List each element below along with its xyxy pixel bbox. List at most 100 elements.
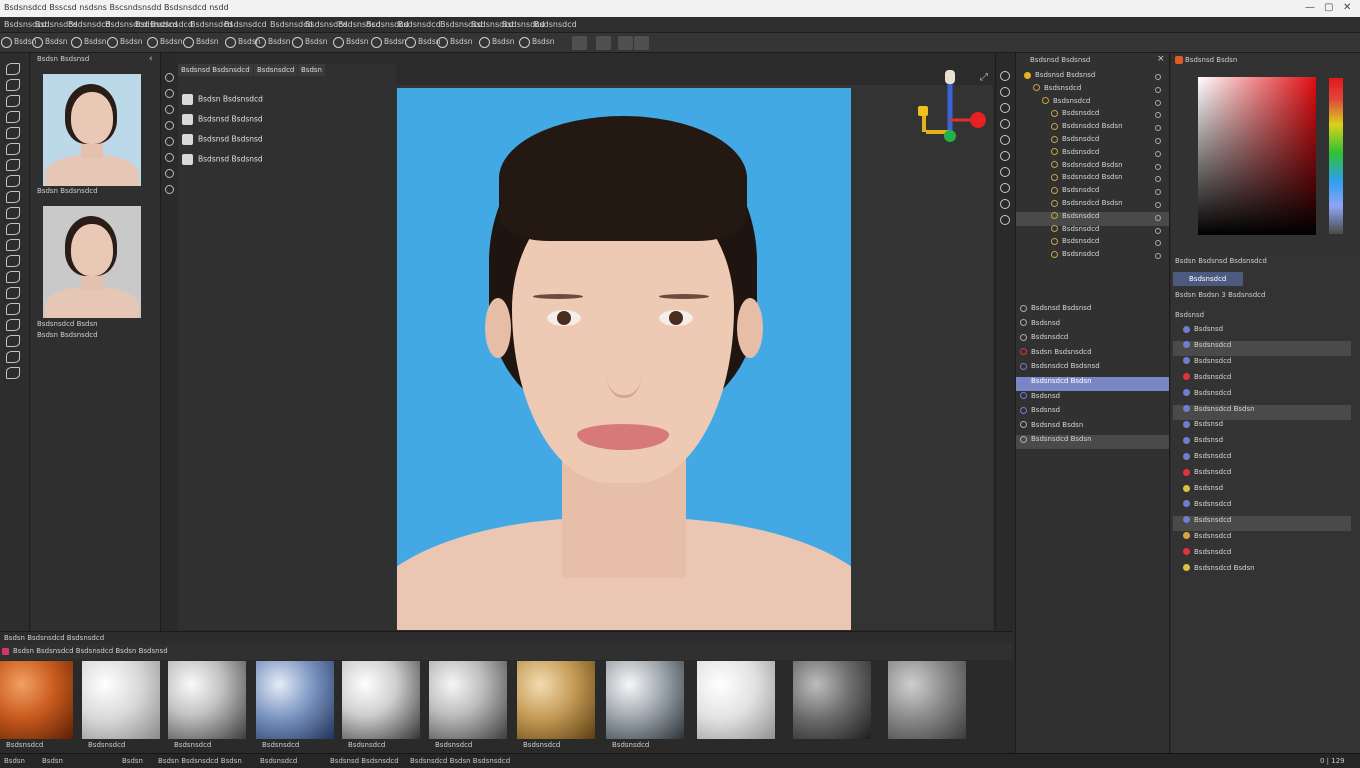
tool-icon[interactable]	[6, 303, 20, 315]
property-row[interactable]: Bsdsnsd	[1173, 436, 1351, 451]
material-swatch[interactable]	[888, 661, 966, 739]
collapse-icon[interactable]: ‹	[149, 54, 153, 64]
panel-toggle-icon[interactable]	[1000, 135, 1010, 145]
property-row[interactable]: Bsdsnsdcd	[1173, 468, 1351, 483]
toolbar-tool-icon[interactable]	[519, 37, 530, 48]
property-row[interactable]: Bsdsnsdcd	[1173, 548, 1351, 563]
property-row[interactable]: Bsdsnsdcd Bsdsn	[1173, 404, 1351, 420]
property-row[interactable]: Bsdsnsdcd	[1173, 340, 1351, 356]
toolbar-tool-icon[interactable]	[225, 37, 236, 48]
hue-slider[interactable]	[1329, 78, 1343, 234]
panel-toggle-icon[interactable]	[1000, 87, 1010, 97]
layer-group-row[interactable]: Bsdsnsdcd Bsdsnsd	[1016, 362, 1169, 376]
maximize-button[interactable]: ▢	[1324, 2, 1333, 13]
material-swatch[interactable]	[342, 661, 420, 739]
property-row[interactable]: Bsdsnsdcd	[1173, 357, 1351, 372]
action-item[interactable]: Bsdsnsd Bsdsnsd	[182, 154, 263, 165]
tool-icon[interactable]	[6, 335, 20, 347]
toolbar-tool-icon[interactable]	[147, 37, 158, 48]
layer-group-row[interactable]: Bsdsnsd	[1016, 392, 1169, 406]
toolbar-tool-icon[interactable]	[405, 37, 416, 48]
visibility-icon[interactable]	[1155, 74, 1161, 80]
toolbar-button[interactable]: Bsdsn	[268, 37, 290, 46]
tab-actions-3[interactable]: Bsdsn	[298, 64, 325, 76]
tab-properties[interactable]: Bsdsnsdcd	[1173, 272, 1243, 286]
tool-icon[interactable]	[6, 175, 20, 187]
toolbar-button[interactable]: Bsdsn	[160, 37, 182, 46]
color-swatch-icon[interactable]	[1175, 56, 1183, 64]
toolbar-button[interactable]: Bsdsn	[45, 37, 67, 46]
tool-icon[interactable]	[6, 287, 20, 299]
toolbar-button[interactable]: Bsdsn	[532, 37, 554, 46]
visibility-icon[interactable]	[1155, 125, 1161, 132]
tool-icon[interactable]	[6, 223, 20, 235]
panel-toggle-icon[interactable]	[1000, 119, 1010, 129]
tool-icon[interactable]	[6, 143, 20, 155]
visibility-icon[interactable]	[1155, 138, 1161, 144]
tool-icon[interactable]	[6, 351, 20, 363]
toolbar-toggle-icon[interactable]	[596, 36, 611, 50]
toolbar-tool-icon[interactable]	[1, 37, 12, 48]
tool-icon[interactable]	[6, 95, 20, 107]
tab-actions-1[interactable]: Bsdsnsd Bsdsnsdcd	[178, 64, 253, 76]
visibility-icon[interactable]	[1155, 112, 1161, 119]
panel-toggle-icon[interactable]	[1000, 215, 1010, 225]
toolbar-button[interactable]: Bsdsn	[84, 37, 106, 46]
toolbar-button[interactable]: Bsdsn	[384, 37, 406, 46]
material-swatch[interactable]	[256, 661, 334, 739]
toolbar-tool-icon[interactable]	[32, 37, 43, 48]
layer-group-row[interactable]: Bsdsn Bsdsnsdcd	[1016, 348, 1169, 362]
property-row[interactable]: Bsdsnsdcd Bsdsn	[1173, 564, 1351, 579]
layer-group-row[interactable]: Bsdsnsdcd Bsdsn	[1016, 377, 1169, 391]
visibility-icon[interactable]	[1155, 202, 1161, 208]
material-swatch[interactable]	[697, 661, 775, 739]
layer-group-row[interactable]: Bsdsnsd	[1016, 319, 1169, 333]
menu-item[interactable]: Bsdsnsdcd	[224, 20, 267, 29]
tool-icon[interactable]	[6, 367, 20, 379]
toolbar-tool-icon[interactable]	[371, 37, 382, 48]
action-tool-icon[interactable]	[165, 89, 174, 98]
history-thumbnail-2[interactable]	[43, 206, 141, 318]
property-row[interactable]: Bsdsnsdcd	[1173, 389, 1351, 404]
panel-toggle-icon[interactable]	[1000, 151, 1010, 161]
action-tool-icon[interactable]	[165, 169, 174, 178]
color-picker-field[interactable]	[1198, 77, 1316, 235]
material-swatch[interactable]	[517, 661, 595, 739]
action-item[interactable]: Bsdsnsd Bsdsnsd	[182, 134, 263, 145]
property-row[interactable]: Bsdsnsd	[1173, 484, 1351, 499]
action-tool-icon[interactable]	[165, 185, 174, 194]
layer-group-row[interactable]: Bsdsnsd Bsdsnsd	[1016, 304, 1169, 318]
action-item[interactable]: Bsdsnsd Bsdsnsd	[182, 114, 263, 125]
toolbar-tool-icon[interactable]	[333, 37, 344, 48]
property-row[interactable]: Bsdsnsdcd	[1173, 515, 1351, 531]
visibility-icon[interactable]	[1155, 227, 1161, 234]
layer-group-row[interactable]: Bsdsnsdcd	[1016, 333, 1169, 347]
toolbar-tool-icon[interactable]	[107, 37, 118, 48]
panel-toggle-icon[interactable]	[1000, 183, 1010, 193]
tab-actions-2[interactable]: Bsdsnsdcd	[254, 64, 298, 76]
visibility-icon[interactable]	[1155, 214, 1161, 221]
toolbar-button[interactable]: Bsdsn	[196, 37, 218, 46]
material-swatch[interactable]	[82, 661, 160, 739]
toolbar-button[interactable]: Bsdsn	[120, 37, 142, 46]
tool-icon[interactable]	[6, 111, 20, 123]
minimize-button[interactable]: —	[1305, 2, 1315, 13]
layer-row[interactable]: Bsdsnsdcd	[1016, 250, 1169, 264]
visibility-icon[interactable]	[1155, 253, 1161, 260]
tool-icon[interactable]	[6, 207, 20, 219]
action-tool-icon[interactable]	[165, 105, 174, 114]
property-row[interactable]: Bsdsnsdcd	[1173, 532, 1351, 547]
action-tool-icon[interactable]	[165, 121, 174, 130]
action-item[interactable]: Bsdsn Bsdsnsdcd	[182, 94, 263, 105]
property-row[interactable]: Bsdsnsdcd	[1173, 452, 1351, 467]
toolbar-button[interactable]: Bsdsn	[492, 37, 514, 46]
toolbar-tool-icon[interactable]	[292, 37, 303, 48]
close-button[interactable]: ✕	[1343, 2, 1351, 13]
toolbar-tool-icon[interactable]	[255, 37, 266, 48]
toolbar-button[interactable]: Bsdsn	[305, 37, 327, 46]
toolbar-button[interactable]: Bsdsn	[346, 37, 368, 46]
material-swatch[interactable]	[0, 661, 73, 739]
tool-icon[interactable]	[6, 255, 20, 267]
visibility-icon[interactable]	[1155, 150, 1161, 157]
tool-icon[interactable]	[6, 159, 20, 171]
